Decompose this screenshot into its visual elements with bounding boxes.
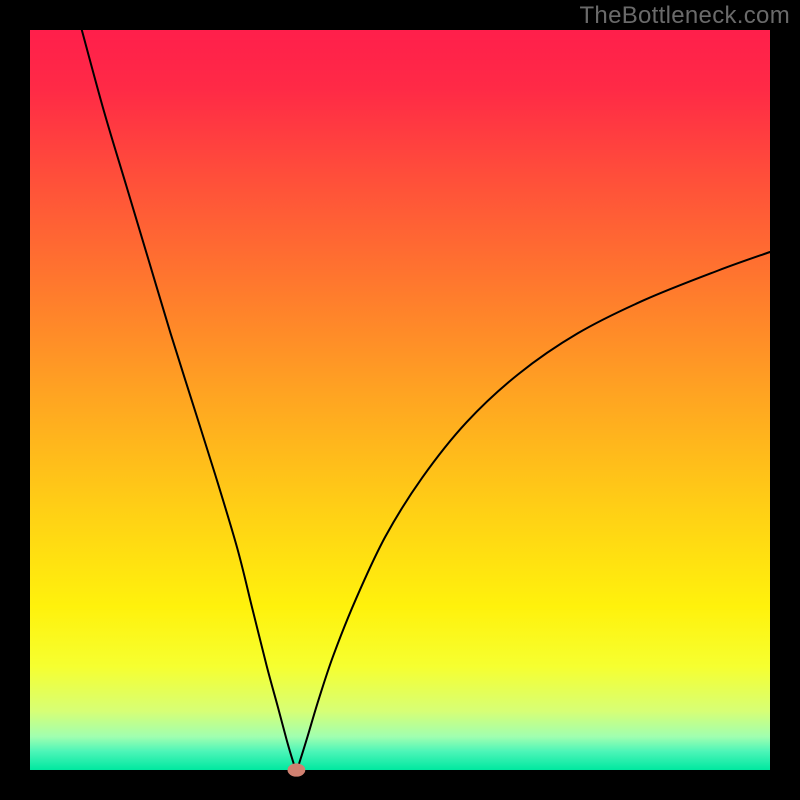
bottleneck-chart [0,0,800,800]
watermark-text: TheBottleneck.com [579,2,790,30]
plot-area [30,30,770,770]
minimum-marker [288,763,306,776]
chart-frame: TheBottleneck.com [0,0,800,800]
